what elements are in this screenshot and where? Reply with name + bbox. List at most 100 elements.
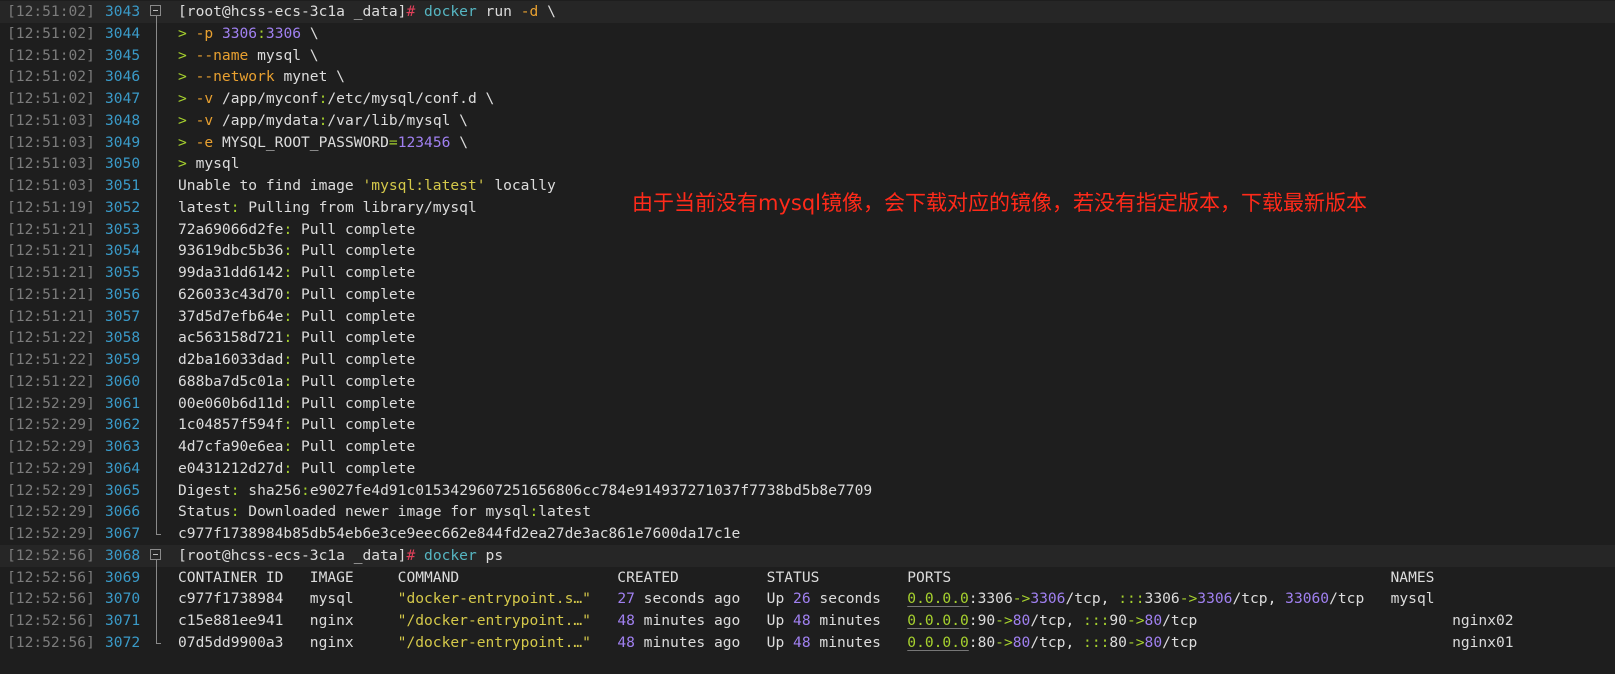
text-segment: -v — [195, 111, 214, 129]
text-segment: 'mysql:latest' — [362, 177, 486, 194]
text-segment: /tcp, — [1232, 590, 1286, 608]
line-number: 3068 — [105, 546, 141, 564]
text-segment: -d — [520, 3, 539, 20]
text-segment: 3306 — [1030, 590, 1066, 608]
text-segment: \ — [538, 3, 556, 20]
fold-guide-line — [150, 392, 164, 415]
line-text: c977f1738984 mysql "docker-entrypoint.s…… — [178, 588, 1435, 610]
terminal-output[interactable]: [12:51:02] 3043 [root@hcss-ecs-3c1a _data]… — [0, 1, 1615, 654]
line-number: 3044 — [105, 24, 141, 42]
terminal-line: [12:51:03] 3048 > -v /app/mydata:/var/lib/… — [0, 109, 1615, 132]
terminal-line: [12:51:02] 3045 > --name mysql \ — [0, 44, 1615, 67]
text-segment — [591, 634, 617, 651]
text-segment: -> — [1012, 590, 1031, 608]
fold-guide-line — [150, 131, 164, 154]
terminal-line: [12:51:21] 3055 99da31dd6142: Pull complet… — [0, 262, 1615, 284]
text-segment: ac563158d721 — [178, 329, 284, 347]
line-text: 688ba7d5c01a: Pull complete — [178, 371, 415, 393]
text-segment: --network — [195, 68, 275, 86]
fold-guide-line — [150, 349, 164, 371]
text-segment: : — [283, 329, 293, 347]
terminal-line: [12:52:29] 3062 1c04857f594f: Pull complet… — [0, 414, 1615, 436]
terminal-line: [12:51:21] 3053 72a69066d2fe: Pull complet… — [0, 218, 1615, 241]
text-segment: /app/mydata — [213, 111, 319, 129]
text-segment: 48 — [793, 612, 811, 629]
terminal-line: [12:52:29] 3064 e0431212d27d: Pull complet… — [0, 457, 1615, 480]
fold-guide-line — [150, 283, 164, 306]
text-segment: Pull complete — [292, 459, 416, 477]
line-text: > --network mynet \ — [178, 66, 345, 88]
line-number: 3066 — [105, 503, 141, 521]
line-text: c977f1738984b85db54eb6e3ce9eec662e844fd2… — [178, 523, 740, 545]
text-segment: Pull complete — [292, 329, 416, 347]
line-number: 3048 — [105, 111, 141, 129]
text-segment: CONTAINER ID IMAGE COMMAND CREATED STATU… — [178, 568, 1435, 586]
text-segment: [root@hcss-ecs-3c1a _data] — [178, 3, 407, 20]
terminal-line: [12:51:22] 3059 d2ba16033dad: Pull complet… — [0, 349, 1615, 371]
text-segment: Pull complete — [292, 285, 416, 303]
line-text: > --name mysql \ — [178, 45, 319, 67]
text-segment: 72a69066d2fe — [178, 220, 284, 238]
text-segment: locally — [485, 177, 556, 194]
timestamp: [12:51:02] — [7, 3, 95, 20]
text-segment: Pull complete — [292, 307, 416, 325]
line-text: 626033c43d70: Pull complete — [178, 284, 415, 306]
text-segment: : — [230, 503, 240, 521]
text-segment: e0431212d27d — [178, 459, 284, 477]
text-segment: # — [406, 546, 416, 564]
line-number: 3062 — [105, 416, 141, 434]
text-segment: Pull complete — [292, 220, 416, 238]
text-segment: mysql \ — [248, 46, 319, 64]
timestamp: [12:52:29] — [7, 481, 95, 499]
text-segment: -> — [995, 612, 1013, 629]
text-segment: > — [178, 46, 196, 64]
line-text: > -p 3306:3306 \ — [178, 23, 319, 45]
text-segment: 07d5dd9900a3 nginx — [178, 633, 398, 651]
text-segment: minutes — [810, 612, 908, 629]
timestamp: [12:51:02] — [7, 24, 95, 42]
text-segment: /tcp, — [1030, 633, 1084, 651]
line-text: 72a69066d2fe: Pull complete — [178, 219, 415, 241]
line-number: 3065 — [105, 481, 141, 499]
timestamp: [12:51:03] — [7, 111, 95, 129]
line-number: 3051 — [105, 177, 141, 194]
line-text: e0431212d27d: Pull complete — [178, 458, 415, 480]
terminal-line: [12:51:21] 3054 93619dbc5b36: Pull complet… — [0, 240, 1615, 262]
text-segment: 48 — [793, 633, 811, 651]
text-segment: /tcp nginx02 — [1162, 612, 1514, 629]
text-segment: c977f1738984b85db54eb6e3ce9eec662e844fd2… — [178, 525, 741, 542]
text-segment: minutes ago Up — [634, 612, 794, 629]
text-segment: 26 — [793, 590, 811, 608]
fold-collapse-icon[interactable] — [150, 1, 164, 23]
fold-guide-line — [150, 22, 164, 45]
timestamp: [12:51:03] — [7, 155, 95, 173]
timestamp: [12:52:29] — [7, 394, 95, 412]
text-segment: 3306 — [221, 24, 258, 42]
line-text: > -e MYSQL_ROOT_PASSWORD=123456 \ — [178, 132, 468, 154]
text-segment: [root@hcss-ecs-3c1a _data] — [178, 546, 407, 564]
text-segment: seconds — [810, 590, 908, 608]
timestamp: [12:51:19] — [7, 198, 95, 216]
text-segment: : — [283, 372, 293, 390]
line-text: 1c04857f594f: Pull complete — [178, 414, 415, 436]
fold-collapse-icon[interactable] — [150, 545, 164, 567]
timestamp: [12:52:56] — [7, 612, 95, 629]
text-segment: run — [476, 3, 521, 20]
text-segment: sha256 — [239, 481, 302, 499]
text-segment: : — [529, 503, 539, 521]
text-segment: 80 — [1144, 612, 1163, 629]
text-segment: d2ba16033dad — [178, 351, 284, 368]
text-segment: ps — [476, 546, 504, 564]
text-segment: 4d7cfa90e6ea — [178, 438, 284, 455]
line-text: latest: Pulling from library/mysql — [178, 197, 477, 219]
text-segment: "/docker-entrypoint.…" — [397, 612, 591, 629]
terminal-line: [12:51:02] 3047 > -v /app/myconf:/etc/mysq… — [0, 88, 1615, 110]
timestamp: [12:52:29] — [7, 416, 95, 434]
terminal-line: [12:51:02] 3044 > -p 3306:3306 \ — [0, 22, 1615, 45]
text-segment: Status — [178, 503, 231, 521]
text-segment: : — [283, 394, 293, 412]
text-segment — [213, 25, 222, 42]
fold-guide-line — [150, 436, 164, 458]
text-segment — [591, 612, 617, 629]
text-segment: 00e060b6d11d — [178, 394, 284, 412]
